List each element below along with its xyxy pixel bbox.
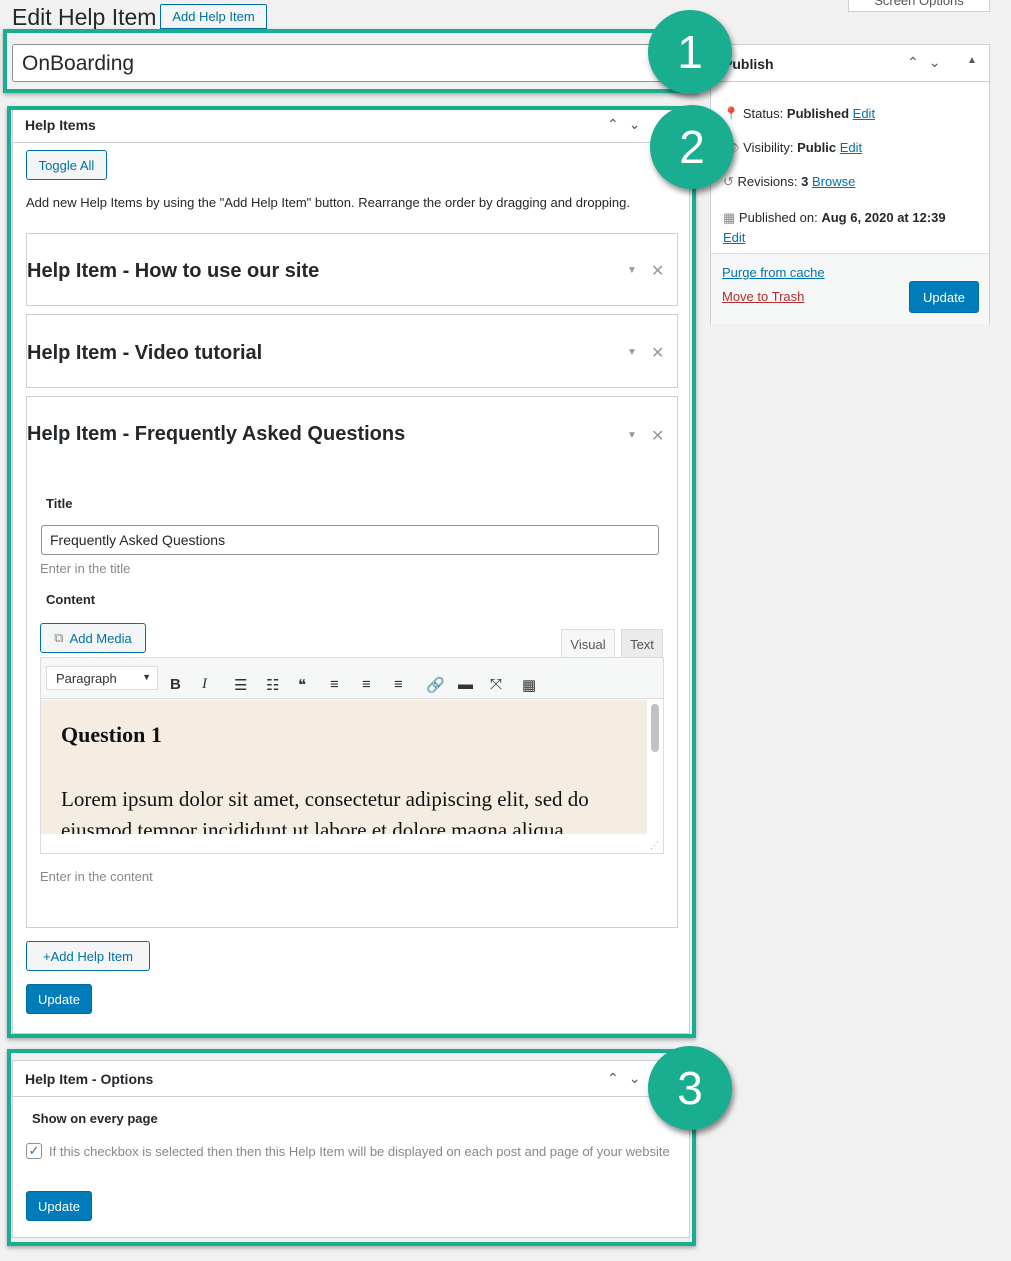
browse-revisions-link[interactable]: Browse [812,174,855,189]
screen-options-button[interactable]: Screen Options [848,0,990,12]
purge-cache-link[interactable]: Purge from cache [722,265,825,280]
move-to-trash-link[interactable]: Move to Trash [722,289,804,304]
edit-visibility-link[interactable]: Edit [840,140,862,155]
annotation-badge: 1 [648,10,732,94]
visibility-row: 👁 Visibility: Public Edit [723,140,862,156]
collapse-toggle-icon[interactable]: ▲ [967,55,977,66]
history-icon: ↺ [723,174,734,189]
highlight-help-items [7,106,696,1038]
highlight-options [7,1049,696,1246]
page-title: Edit Help Item [12,4,157,30]
status-row: 📍 Status: Published Edit [723,106,876,121]
pin-icon: 📍 [723,106,740,121]
calendar-icon: ▦ [723,210,736,225]
published-row: ▦ Published on: Aug 6, 2020 at 12:39 Edit [723,210,946,245]
publish-box: Publish ⌃⌄ ▲ 📍 Status: Published Edit 👁 … [710,44,990,324]
annotation-badge: 2 [650,105,734,189]
revisions-row: ↺ Revisions: 3 Browse [723,174,856,189]
move-arrows-icon[interactable]: ⌃⌄ [907,54,950,71]
annotation-badge: 3 [648,1046,732,1130]
edit-date-link[interactable]: Edit [723,230,745,245]
edit-status-link[interactable]: Edit [853,106,875,121]
publish-update-button[interactable]: Update [909,281,979,313]
add-help-item-header-button[interactable]: Add Help Item [160,4,267,29]
highlight-title [3,29,698,93]
